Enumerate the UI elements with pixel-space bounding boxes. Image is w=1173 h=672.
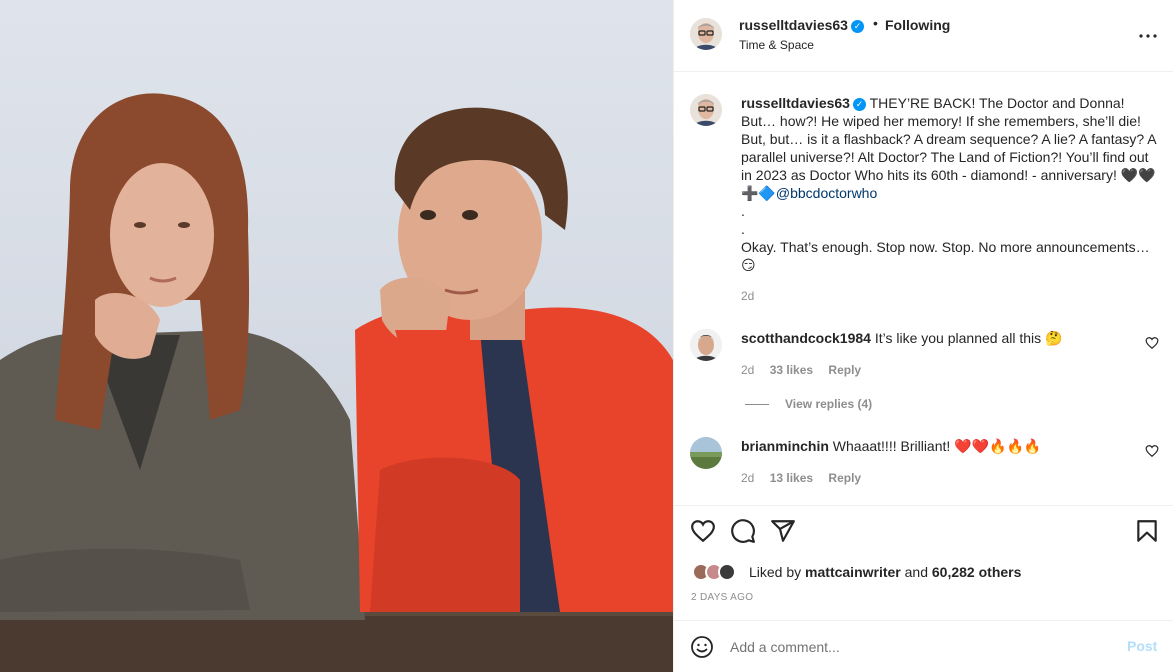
more-horizontal-icon[interactable] — [1136, 24, 1160, 48]
heart-icon[interactable] — [690, 518, 716, 544]
post-header: russelltdavies63 ✓ • Following Time & Spa… — [674, 0, 1173, 72]
add-comment-input[interactable] — [730, 636, 1090, 658]
comment-body: brianminchin Whaaat!!!! Brilliant! ❤️❤️🔥… — [741, 437, 1041, 455]
comment-username[interactable]: brianminchin — [741, 438, 829, 454]
liked-by-others[interactable]: 60,282 others — [932, 564, 1022, 580]
comment-username[interactable]: scotthandcock1984 — [741, 330, 871, 346]
share-icon[interactable] — [770, 518, 796, 544]
post-comment-button[interactable]: Post — [1127, 638, 1157, 654]
header-separator: • — [873, 15, 878, 31]
add-comment-bar: Post — [674, 620, 1173, 672]
comment-likes[interactable]: 33 likes — [770, 363, 813, 377]
view-replies-line — [745, 404, 769, 406]
post-timestamp[interactable]: 2 DAYS AGO — [691, 592, 753, 603]
post-location[interactable]: Time & Space — [739, 38, 814, 52]
comment-text: Whaaat!!!! Brilliant! ❤️❤️🔥🔥🔥 — [832, 438, 1042, 454]
comment-meta: 2d 13 likes Reply — [741, 471, 873, 485]
caption-author-avatar[interactable] — [690, 94, 722, 126]
author-username[interactable]: russelltdavies63 ✓ — [739, 17, 864, 33]
liker-avatar — [718, 563, 736, 581]
comment-text: It’s like you planned all this 🤔 — [874, 330, 1063, 346]
liked-by-text: Liked by mattcainwriter and 60,282 other… — [749, 564, 1021, 580]
comment-body: scotthandcock1984 It’s like you planned … — [741, 329, 1062, 347]
comment-reply-button[interactable]: Reply — [828, 471, 861, 485]
comment-likes[interactable]: 13 likes — [770, 471, 813, 485]
post-actions: Liked by mattcainwriter and 60,282 other… — [674, 505, 1173, 625]
comment-like-heart-icon[interactable] — [1145, 444, 1159, 458]
caption-timestamp[interactable]: 2d — [741, 289, 754, 303]
comment-reply-button[interactable]: Reply — [828, 363, 861, 377]
comment-time[interactable]: 2d — [741, 471, 754, 485]
comment-icon[interactable] — [730, 518, 756, 544]
post-photo[interactable] — [0, 0, 673, 672]
view-replies-label: View replies (4) — [785, 397, 873, 411]
post-image-illustration — [0, 93, 673, 672]
emoji-icon[interactable] — [690, 635, 714, 659]
view-replies-button[interactable]: View replies (4) — [745, 397, 872, 411]
liked-by-conjunction: and — [904, 564, 928, 580]
verified-badge-icon: ✓ — [850, 20, 864, 33]
post-details-panel: russelltdavies63 ✓ • Following Time & Spa… — [673, 0, 1173, 672]
comment-meta: 2d 33 likes Reply — [741, 363, 873, 377]
caption-mention-link[interactable]: @bbcdoctorwho — [776, 185, 877, 201]
caption-username[interactable]: russelltdavies63 — [741, 95, 850, 111]
liked-by-prefix: Liked by — [749, 564, 802, 580]
comment-time[interactable]: 2d — [741, 363, 754, 377]
author-username-text[interactable]: russelltdavies63 — [739, 17, 848, 33]
following-button[interactable]: Following — [885, 17, 950, 33]
commenter-avatar[interactable] — [690, 329, 722, 361]
comment-like-heart-icon[interactable] — [1145, 336, 1159, 350]
bookmark-icon[interactable] — [1134, 518, 1160, 544]
caption-verified-badge-icon: ✓ — [852, 98, 866, 111]
liked-by-avatars[interactable] — [692, 561, 748, 583]
post-caption: russelltdavies63 ✓ THEY’RE BACK! The Doct… — [741, 94, 1161, 274]
caption-text-after: . . Okay. That’s enough. Stop now. Stop.… — [741, 203, 1150, 273]
liked-by-user[interactable]: mattcainwriter — [805, 564, 901, 580]
commenter-avatar[interactable] — [690, 437, 722, 469]
author-avatar[interactable] — [690, 18, 722, 50]
